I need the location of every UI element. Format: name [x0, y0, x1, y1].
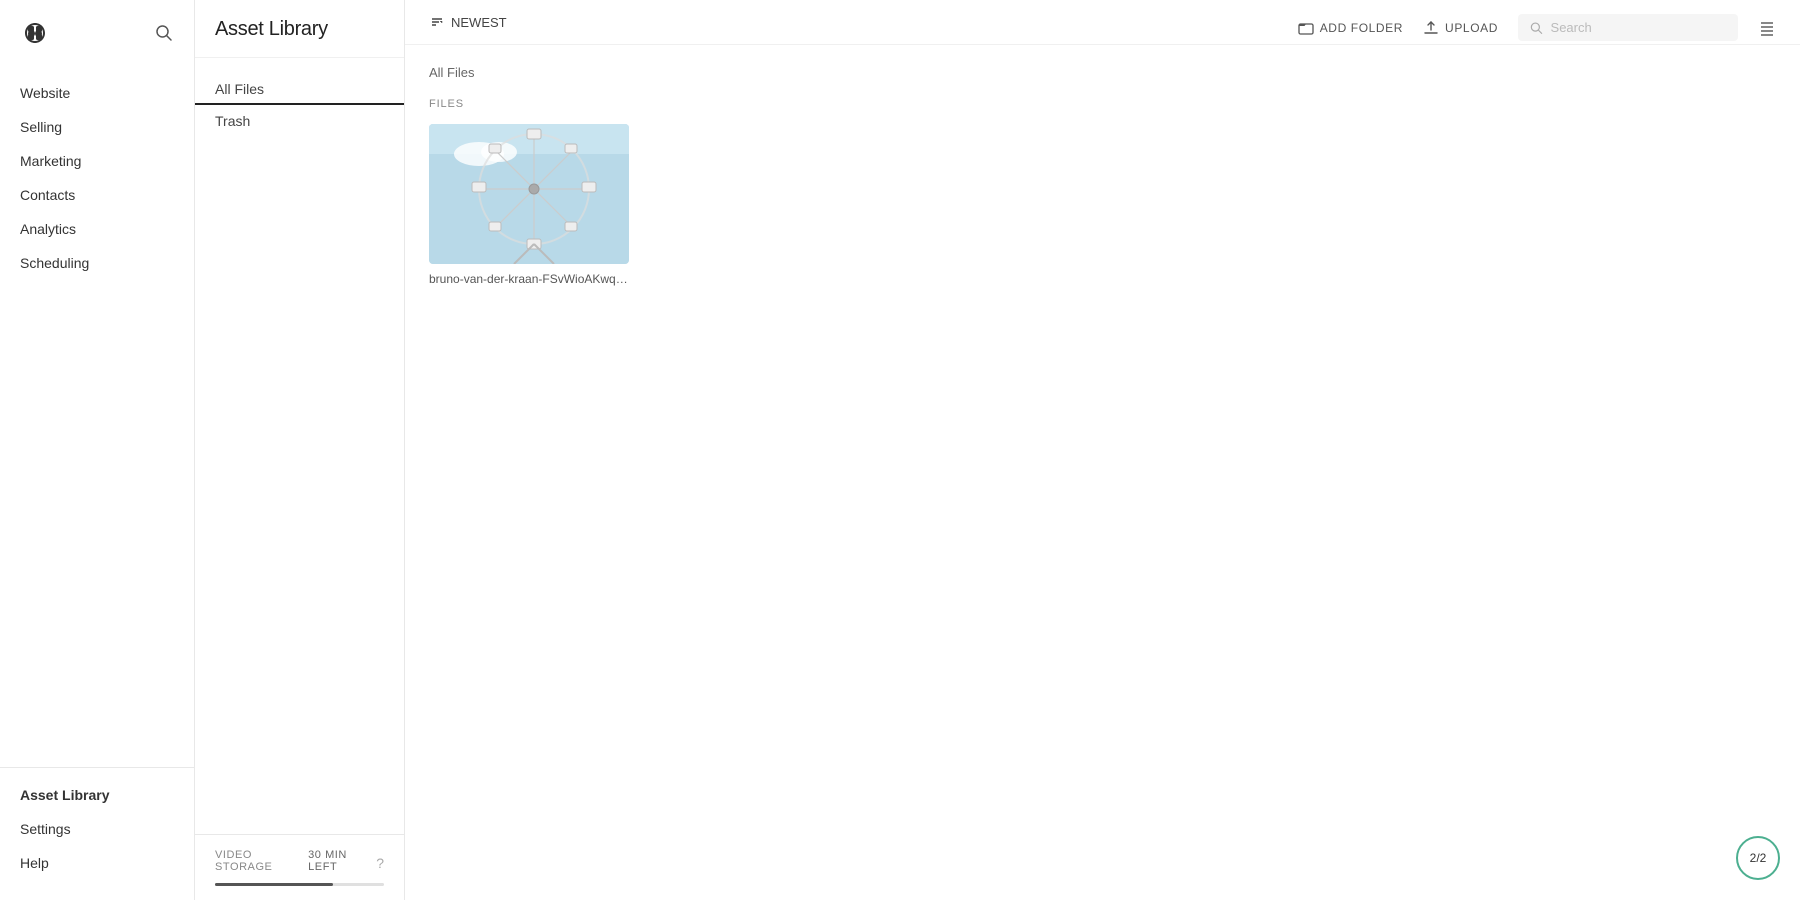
sidebar-item-scheduling[interactable]: Scheduling: [0, 246, 194, 280]
breadcrumb: All Files: [429, 65, 1776, 80]
sidebar-item-selling[interactable]: Selling: [0, 110, 194, 144]
page-count-badge[interactable]: 2/2: [1736, 836, 1780, 880]
section-label: FILES: [429, 98, 1776, 110]
sort-icon: [429, 14, 445, 30]
storage-info: VIDEO STORAGE 30 MIN LEFT ?: [215, 849, 384, 877]
upload-label: UPLOAD: [1445, 21, 1498, 35]
folder-nav: All Files Trash: [195, 58, 404, 834]
storage-bar: [215, 883, 384, 886]
sidebar: Website Selling Marketing Contacts Analy…: [0, 0, 195, 900]
search-icon[interactable]: [154, 23, 174, 43]
logo-icon[interactable]: [20, 18, 50, 48]
sidebar-item-settings[interactable]: Settings: [0, 812, 194, 846]
header-row: NEWEST ADD FOLDER UPLOAD: [405, 0, 1800, 45]
help-icon[interactable]: ?: [376, 855, 384, 871]
folder-icon: [1298, 20, 1314, 36]
sidebar-item-marketing[interactable]: Marketing: [0, 144, 194, 178]
sidebar-nav: Website Selling Marketing Contacts Analy…: [0, 66, 194, 767]
video-storage-label: VIDEO STORAGE 30 MIN LEFT: [215, 849, 370, 873]
sidebar-item-contacts[interactable]: Contacts: [0, 178, 194, 212]
upload-icon: [1423, 20, 1439, 36]
storage-time: 30 MIN LEFT: [308, 849, 370, 873]
files-grid: bruno-van-der-kraan-FSvWioAKwqU-unsplas.…: [429, 124, 1776, 286]
upload-button[interactable]: UPLOAD: [1423, 20, 1498, 36]
folder-panel: Asset Library All Files Trash VIDEO STOR…: [195, 0, 405, 900]
file-name: bruno-van-der-kraan-FSvWioAKwqU-unsplas.…: [429, 272, 629, 286]
page-title: Asset Library: [215, 18, 384, 41]
add-folder-button[interactable]: ADD FOLDER: [1298, 20, 1403, 36]
storage-bar-fill: [215, 883, 333, 886]
sort-label: NEWEST: [451, 15, 507, 30]
sidebar-bottom: Asset Library Settings Help: [0, 767, 194, 900]
main-content: NEWEST ADD FOLDER UPLOAD: [405, 0, 1800, 900]
search-input[interactable]: [1551, 20, 1726, 35]
folder-panel-footer: VIDEO STORAGE 30 MIN LEFT ?: [195, 834, 404, 900]
file-thumbnail: [429, 124, 629, 264]
sidebar-item-help[interactable]: Help: [0, 846, 194, 880]
sidebar-item-website[interactable]: Website: [0, 76, 194, 110]
folder-nav-all-files[interactable]: All Files: [195, 73, 404, 105]
content-area: All Files FILES: [405, 45, 1800, 900]
search-bar: [1518, 14, 1738, 41]
view-toggle-button[interactable]: [1758, 19, 1776, 37]
folder-nav-trash[interactable]: Trash: [195, 105, 404, 137]
folder-panel-header: Asset Library: [195, 0, 404, 58]
sidebar-item-asset-library[interactable]: Asset Library: [0, 778, 194, 812]
search-bar-icon: [1530, 21, 1543, 35]
add-folder-label: ADD FOLDER: [1320, 21, 1403, 35]
sidebar-item-analytics[interactable]: Analytics: [0, 212, 194, 246]
list-item[interactable]: bruno-van-der-kraan-FSvWioAKwqU-unsplas.…: [429, 124, 629, 286]
sidebar-header: [0, 0, 194, 66]
sort-button[interactable]: NEWEST: [429, 14, 507, 30]
